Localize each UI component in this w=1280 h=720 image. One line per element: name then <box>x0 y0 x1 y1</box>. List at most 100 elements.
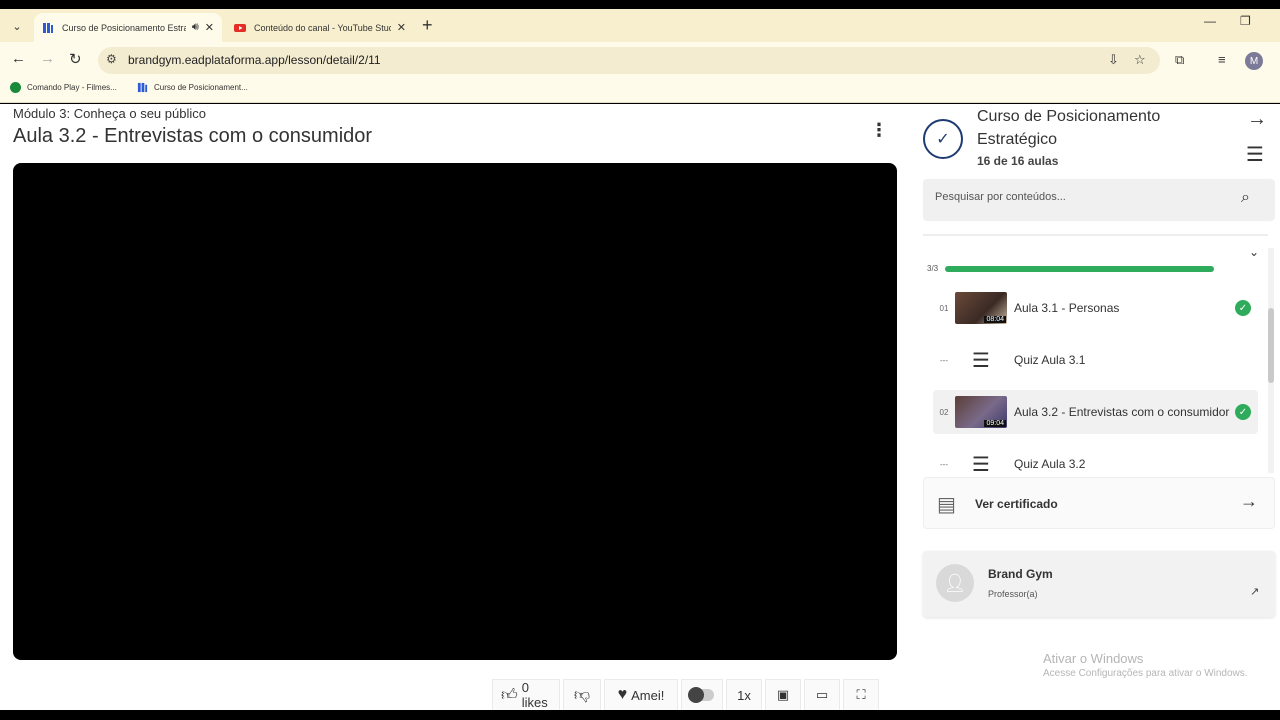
quiz-label: Quiz Aula 3.1 <box>1014 353 1086 367</box>
search-input[interactable] <box>935 191 1225 203</box>
close-tab-icon[interactable]: ✕ <box>205 21 214 34</box>
progress-fill <box>945 266 1214 272</box>
fullscreen-button[interactable]: ⛶ <box>843 679 879 710</box>
tab-youtube-studio[interactable]: Conteúdo do canal - YouTube Studio ✕ <box>226 13 414 42</box>
list-scrollbar[interactable] <box>1268 248 1274 473</box>
thumbs-down-icon: 👎︎ <box>573 686 591 704</box>
video-player[interactable] <box>13 163 897 660</box>
windows-activation-watermark: Ativar o Windows Acesse Configurações pa… <box>1043 651 1248 679</box>
tab-course[interactable]: Curso de Posicionamento Estraté 🔊︎ ✕ <box>34 13 222 42</box>
completed-check-icon: ✓ <box>1235 404 1251 420</box>
bookmark-star-icon[interactable]: ☆ <box>1134 52 1146 68</box>
page-content: Módulo 3: Conheça o seu público Aula 3.2… <box>0 104 1280 710</box>
youtube-favicon-icon <box>234 22 246 34</box>
list-icon: ☰ <box>972 453 990 476</box>
certificate-icon: ▤ <box>937 494 956 516</box>
media-control-icon[interactable]: ≡ <box>1218 52 1226 67</box>
back-icon[interactable]: ← <box>11 50 26 67</box>
lesson-item-selected[interactable]: 02 09:04 Aula 3.2 - Entrevistas com o co… <box>933 390 1258 434</box>
dislike-button[interactable]: 👎︎ <box>563 679 601 710</box>
tab-title: Conteúdo do canal - YouTube Studio <box>254 22 391 33</box>
video-controls: 👍︎ 0 likes 👎︎ ♥ Amei! 1x ▣ ▭ ⛶ <box>492 679 882 710</box>
sort-icon[interactable]: ☰ <box>1246 142 1264 167</box>
bookmark-label: Curso de Posicionament... <box>154 83 248 92</box>
list-icon: ☰ <box>972 349 990 372</box>
quiz-item[interactable]: --- ☰ Quiz Aula 3.1 <box>933 338 1258 382</box>
more-options-icon[interactable]: ⋮ <box>870 120 888 141</box>
love-label: Amei! <box>631 687 665 703</box>
lesson-item[interactable]: 01 08:04 Aula 3.1 - Personas ✓ <box>933 286 1258 330</box>
module-title: Módulo 3: Conheça o seu público <box>13 106 206 121</box>
course-title: Curso de Posicionamento Estratégico <box>977 108 1161 148</box>
teacher-card[interactable]: 👤︎ Brand Gym Professor(a) ↗ <box>923 551 1275 617</box>
profile-avatar[interactable]: M <box>1245 52 1263 70</box>
lesson-thumbnail: 08:04 <box>955 292 1007 324</box>
teacher-avatar-icon: 👤︎ <box>936 564 974 602</box>
quiz-label: Quiz Aula 3.2 <box>1014 457 1086 471</box>
reload-icon[interactable]: ↻ <box>69 50 82 68</box>
bookmark-curso[interactable]: Curso de Posicionament... <box>137 82 248 93</box>
extensions-icon[interactable]: ⧉ <box>1175 52 1184 68</box>
ead-favicon-icon <box>137 82 148 93</box>
theater-mode-icon: ▭ <box>815 687 829 702</box>
install-app-icon[interactable]: ⇩ <box>1108 52 1119 68</box>
teacher-name: Brand Gym <box>988 567 1053 581</box>
item-number: 02 <box>939 407 949 417</box>
new-tab-icon[interactable]: + <box>422 15 433 36</box>
item-number: --- <box>940 355 948 365</box>
close-tab-icon[interactable]: ✕ <box>397 21 406 34</box>
thumbs-up-icon: 👍︎ <box>501 686 518 704</box>
duration-badge: 08:04 <box>984 316 1006 323</box>
minimize-icon[interactable]: — <box>1204 14 1216 28</box>
picture-in-picture-icon: ▣ <box>776 687 790 702</box>
theater-button[interactable]: ▭ <box>804 679 840 710</box>
item-number: 01 <box>939 303 949 313</box>
speed-button[interactable]: 1x <box>726 679 762 710</box>
tab-search-dropdown-icon[interactable]: ⌄ <box>6 15 28 37</box>
lesson-label: Aula 3.2 - Entrevistas com o consumidor <box>1014 405 1230 419</box>
ead-favicon-icon <box>42 22 54 34</box>
bottom-black-strip <box>0 710 1280 720</box>
fullscreen-icon: ⛶ <box>856 687 866 702</box>
url-text: brandgym.eadplataforma.app/lesson/detail… <box>128 53 381 67</box>
restore-icon[interactable]: ❐ <box>1240 14 1251 28</box>
item-number: --- <box>940 459 948 469</box>
course-complete-icon: ✓ <box>923 119 963 159</box>
address-bar[interactable]: ⚙ brandgym.eadplataforma.app/lesson/deta… <box>98 47 1160 74</box>
teacher-role: Professor(a) <box>988 589 1038 599</box>
comando-play-icon <box>10 82 21 93</box>
autoplay-toggle[interactable] <box>681 679 723 710</box>
scrollbar-thumb[interactable] <box>1268 308 1274 383</box>
certificate-label: Ver certificado <box>975 497 1058 511</box>
external-link-icon[interactable]: ↗ <box>1250 585 1259 598</box>
top-black-strip <box>0 0 1280 9</box>
chevron-down-icon[interactable]: ⌄ <box>1249 245 1259 259</box>
tab-title: Curso de Posicionamento Estraté <box>62 22 186 33</box>
likes-count: 0 likes <box>521 680 548 710</box>
heart-icon: ♥ <box>617 686 628 703</box>
lesson-thumbnail: 09:04 <box>955 396 1007 428</box>
like-button[interactable]: 👍︎ 0 likes <box>492 679 560 710</box>
lesson-title: Aula 3.2 - Entrevistas com o consumidor <box>13 125 373 147</box>
content-search: ⌕ <box>923 179 1275 221</box>
speaker-icon[interactable]: 🔊︎ <box>192 21 199 34</box>
search-icon[interactable]: ⌕ <box>1241 189 1250 207</box>
next-arrow-icon[interactable]: → <box>1247 108 1267 131</box>
site-info-icon[interactable]: ⚙ <box>106 52 117 66</box>
watermark-line1: Ativar o Windows <box>1043 651 1144 666</box>
love-button[interactable]: ♥ Amei! <box>604 679 678 710</box>
bookmark-label: Comando Play - Filmes... <box>27 83 117 92</box>
pip-button[interactable]: ▣ <box>765 679 801 710</box>
speed-label: 1x <box>737 687 751 703</box>
lesson-label: Aula 3.1 - Personas <box>1014 301 1120 315</box>
progress-label: 3/3 <box>927 264 939 273</box>
certificate-link[interactable]: ▤ Ver certificado → <box>923 477 1275 529</box>
watermark-line2: Acesse Configurações para ativar o Windo… <box>1043 668 1248 679</box>
forward-icon[interactable]: → <box>40 50 55 67</box>
completed-check-icon: ✓ <box>1235 300 1251 316</box>
duration-badge: 09:04 <box>984 420 1006 427</box>
lesson-count: 16 de 16 aulas <box>977 154 1059 168</box>
progress-bar <box>945 266 1214 272</box>
bookmark-comando-play[interactable]: Comando Play - Filmes... <box>10 82 117 93</box>
arrow-right-icon: → <box>1240 491 1258 511</box>
